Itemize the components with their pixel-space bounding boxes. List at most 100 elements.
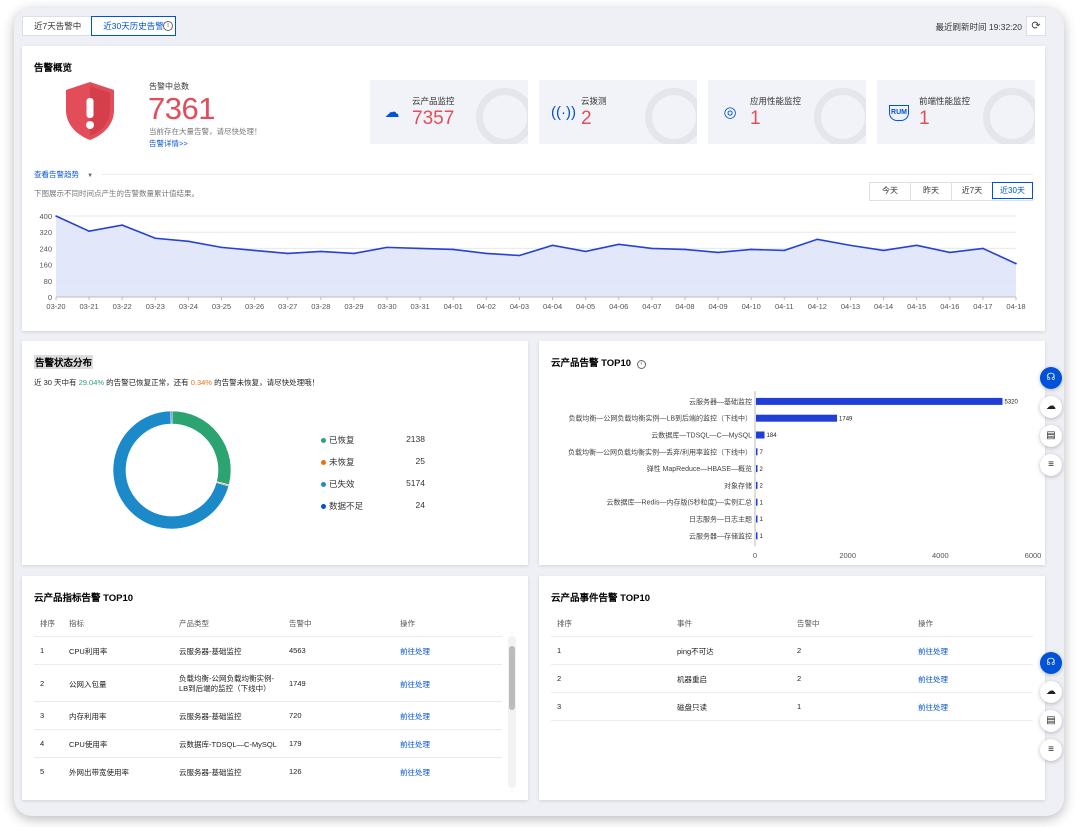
legend-item[interactable]: 未恢复 25 bbox=[321, 456, 425, 470]
bar-category-label: 对象存储 bbox=[724, 481, 752, 490]
event-top10-card: 云产品事件告警 TOP10 排序 事件 告警中 操作 1 ping不可达 2 前往处理… bbox=[539, 576, 1045, 800]
product-type: 云服务器-基础监控 bbox=[179, 768, 242, 777]
range-30days[interactable]: 近30天 bbox=[992, 182, 1033, 199]
trend-point bbox=[948, 251, 951, 254]
info-icon[interactable]: i bbox=[163, 21, 173, 31]
legend-label: 未恢复 bbox=[329, 457, 355, 467]
scrollbar-thumb[interactable] bbox=[509, 646, 515, 710]
refresh-time: 最近刷新时间 19:32:20 bbox=[935, 22, 1022, 32]
kpi-apm[interactable]: ◎ 应用性能监控 1 bbox=[708, 80, 866, 144]
go-handle-link[interactable]: 前往处理 bbox=[918, 702, 948, 713]
metric-name: 外网出带宽使用率 bbox=[69, 768, 129, 777]
trend-point bbox=[750, 248, 752, 251]
bar-value-label: 184 bbox=[767, 433, 778, 439]
legend-item[interactable]: 已失效 5174 bbox=[321, 478, 425, 492]
status-summary: 近 30 天中有 29.04% 的告警已恢复正常，还有 0.34% 的告警未恢复… bbox=[34, 377, 319, 388]
column-header: 事件 bbox=[677, 619, 692, 628]
bar-value-label: 5320 bbox=[1004, 400, 1018, 406]
product-type: 云服务器-基础监控 bbox=[179, 647, 242, 656]
rum-icon: RUM bbox=[889, 105, 909, 121]
bar bbox=[756, 532, 758, 540]
go-handle-link[interactable]: 前往处理 bbox=[918, 674, 948, 685]
list-button[interactable]: ≡ bbox=[1040, 454, 1062, 476]
cloud-upload-button[interactable]: ☁ bbox=[1040, 396, 1062, 418]
trend-point bbox=[452, 248, 455, 251]
trend-point bbox=[121, 224, 124, 226]
refresh-button[interactable]: ⟳ bbox=[1026, 16, 1046, 36]
range-today[interactable]: 今天 bbox=[870, 183, 911, 200]
bar-value-label: 2 bbox=[760, 467, 764, 473]
trend-point bbox=[253, 249, 256, 252]
alert-detail-link[interactable]: 告警详情>> bbox=[149, 138, 188, 149]
kpi-rum[interactable]: RUM 前端性能监控 1 bbox=[877, 80, 1035, 144]
support-headset-button[interactable]: ☊ bbox=[1040, 367, 1062, 389]
y-tick-label: 80 bbox=[44, 277, 52, 286]
x-tick-label: 04-14 bbox=[874, 302, 893, 311]
bar-category-label: 负载均衡—公网负载均衡实例—丢弃/利用率监控（下线中） bbox=[568, 447, 752, 456]
metric-top10-card: 云产品指标告警 TOP10 排序 指标 产品类型 告警中 操作 1 CPU利用率云… bbox=[22, 576, 528, 800]
trend-point bbox=[1015, 262, 1017, 265]
x-tick-label: 04-13 bbox=[841, 302, 860, 311]
kpi-cloud-dial-test[interactable]: ((·)) 云拨测 2 bbox=[539, 80, 697, 144]
legend-label: 已恢复 bbox=[329, 435, 355, 445]
divider bbox=[102, 174, 1033, 175]
trend-point bbox=[915, 244, 918, 247]
go-handle-link[interactable]: 前往处理 bbox=[918, 646, 948, 657]
x-tick-label: 04-09 bbox=[708, 302, 727, 311]
rank: 1 bbox=[40, 646, 45, 655]
x-tick-label: 03-21 bbox=[80, 302, 99, 311]
range-7days[interactable]: 近7天 bbox=[952, 183, 993, 200]
legend-item[interactable]: 已恢复 2138 bbox=[321, 434, 425, 448]
trend-point bbox=[684, 248, 686, 251]
kpi-label: 应用性能监控 bbox=[750, 96, 802, 106]
go-handle-link[interactable]: 前往处理 bbox=[400, 767, 430, 778]
go-handle-link[interactable]: 前往处理 bbox=[400, 711, 430, 722]
bar-category-label: 日志服务—日志主题 bbox=[689, 515, 752, 524]
status-donut-chart bbox=[112, 410, 232, 530]
trend-point bbox=[783, 249, 786, 252]
list-button[interactable]: ≡ bbox=[1040, 739, 1062, 761]
info-icon[interactable]: i bbox=[636, 360, 646, 369]
support-headset-button[interactable]: ☊ bbox=[1040, 652, 1062, 674]
trend-point bbox=[982, 247, 984, 250]
tab-7day-alerts[interactable]: 近7天告警中 bbox=[23, 17, 92, 35]
trend-point bbox=[187, 240, 190, 243]
kpi-cloud-monitor[interactable]: ☁ 云产品监控 7357 bbox=[370, 80, 528, 144]
rank: 1 bbox=[557, 646, 562, 655]
product-type-line: LB到后端的监控（下线中） bbox=[179, 683, 271, 693]
kpi-value: 2 bbox=[581, 108, 592, 129]
alert-count: 1749 bbox=[289, 678, 306, 688]
warning-text: 当前存在大量告警，请尽快处理！ bbox=[149, 127, 262, 136]
docs-button[interactable]: ▤ bbox=[1040, 425, 1062, 447]
x-tick-label: 03-20 bbox=[46, 302, 65, 311]
range-yesterday[interactable]: 昨天 bbox=[911, 183, 952, 200]
bar bbox=[756, 448, 758, 456]
rank: 5 bbox=[40, 767, 45, 776]
y-tick-label: 320 bbox=[39, 228, 52, 237]
unrecovered-percent: 0.34% bbox=[190, 378, 212, 387]
column-header: 操作 bbox=[400, 619, 415, 628]
x-tick-label: 03-31 bbox=[411, 302, 430, 311]
table-scrollbar[interactable] bbox=[508, 636, 516, 788]
docs-button[interactable]: ▤ bbox=[1040, 710, 1062, 732]
donut-slice bbox=[171, 410, 232, 486]
x-tick-label: 03-22 bbox=[113, 302, 132, 311]
go-handle-link[interactable]: 前往处理 bbox=[400, 679, 430, 690]
x-tick-label: 04-08 bbox=[675, 302, 694, 311]
product-type: 负载均衡-公网负载均衡实例- LB到后端的监控（下线中） bbox=[179, 674, 274, 694]
go-handle-link[interactable]: 前往处理 bbox=[400, 739, 430, 750]
rank: 2 bbox=[40, 678, 45, 688]
x-tick-label: 4000 bbox=[932, 551, 949, 560]
alert-count: 126 bbox=[289, 767, 302, 776]
trend-point bbox=[551, 244, 554, 247]
watermark-icon bbox=[814, 88, 866, 144]
legend-dot bbox=[321, 438, 326, 443]
go-handle-link[interactable]: 前往处理 bbox=[400, 646, 430, 657]
trend-toggle[interactable]: 查看告警趋势 ▼ bbox=[34, 169, 93, 180]
legend-item[interactable]: 数据不足 24 bbox=[321, 500, 425, 514]
cloud-upload-button[interactable]: ☁ bbox=[1040, 681, 1062, 703]
x-tick-label: 03-24 bbox=[179, 302, 198, 311]
trend-point bbox=[717, 251, 719, 254]
bar bbox=[756, 515, 758, 523]
bar bbox=[756, 431, 765, 439]
